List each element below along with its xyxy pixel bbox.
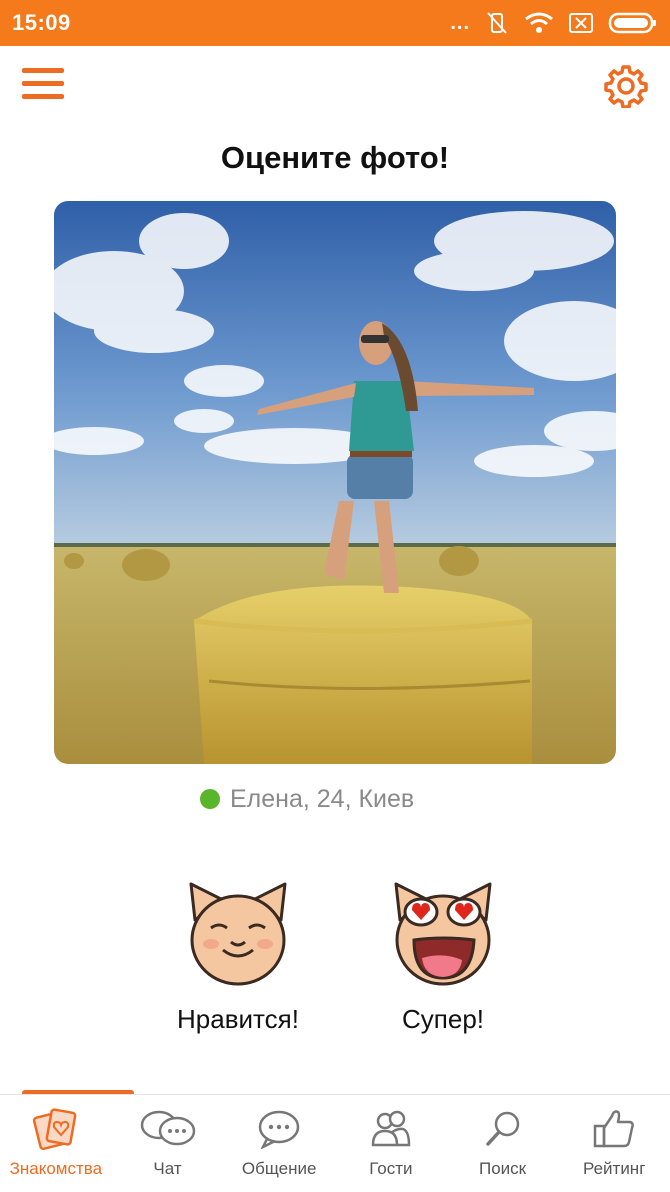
sim-off-icon: [569, 13, 593, 33]
nav-item-guests[interactable]: Гости: [335, 1095, 447, 1192]
nav-item-rating[interactable]: Рейтинг: [558, 1095, 670, 1192]
hamburger-line: [22, 81, 64, 86]
nav-label: Рейтинг: [582, 1159, 646, 1178]
thumbs-up-icon: [585, 1107, 643, 1151]
menu-button[interactable]: [22, 68, 64, 104]
settings-button[interactable]: [604, 64, 648, 109]
status-icons: ...: [450, 8, 658, 38]
cards-heart-icon: [27, 1107, 85, 1151]
profile-photo[interactable]: [54, 201, 616, 764]
app-header: [0, 46, 670, 136]
smiling-cat-icon: [189, 882, 287, 986]
online-status-indicator: [200, 789, 220, 809]
like-button[interactable]: Нравится!: [153, 878, 323, 1035]
nav-label: Чат: [153, 1159, 182, 1178]
battery-icon: [608, 12, 656, 34]
status-bar: 15:09 ...: [0, 0, 670, 46]
nav-label: Общение: [241, 1159, 317, 1178]
nav-label: Гости: [369, 1159, 413, 1178]
super-button[interactable]: Супер!: [358, 878, 528, 1035]
status-time: 15:09: [12, 10, 71, 35]
page-title: Оцените фото!: [220, 140, 450, 175]
nav-item-communication[interactable]: Общение: [223, 1095, 335, 1192]
gear-icon: [604, 65, 648, 109]
profile-name-age-city: Елена, 24, Киев: [230, 784, 415, 813]
chat-bubbles-icon: [139, 1107, 197, 1151]
speech-bubble-icon: [250, 1107, 308, 1151]
wifi-icon: [525, 12, 553, 33]
nav-item-search[interactable]: Поиск: [447, 1095, 559, 1192]
vibrate-off-icon: [487, 12, 507, 34]
hamburger-line: [22, 94, 64, 99]
nav-label: Знакомства: [9, 1159, 103, 1178]
photo-image: [54, 201, 616, 764]
status-dots: ...: [450, 12, 470, 34]
search-icon: [474, 1107, 532, 1151]
heart-eyes-cat-icon: [394, 882, 492, 986]
super-label: Супер!: [402, 1004, 484, 1034]
profile-info[interactable]: Елена, 24, Киев: [200, 782, 414, 816]
hamburger-icon: [22, 68, 64, 73]
nav-label: Поиск: [478, 1159, 527, 1178]
nav-item-chat[interactable]: Чат: [112, 1095, 224, 1192]
bottom-navigation: Знакомства Чат Общение Гости Поиск Рейти…: [0, 1094, 670, 1192]
guests-icon: [362, 1107, 420, 1151]
like-label: Нравится!: [177, 1004, 299, 1034]
nav-item-dating[interactable]: Знакомства: [0, 1095, 112, 1192]
